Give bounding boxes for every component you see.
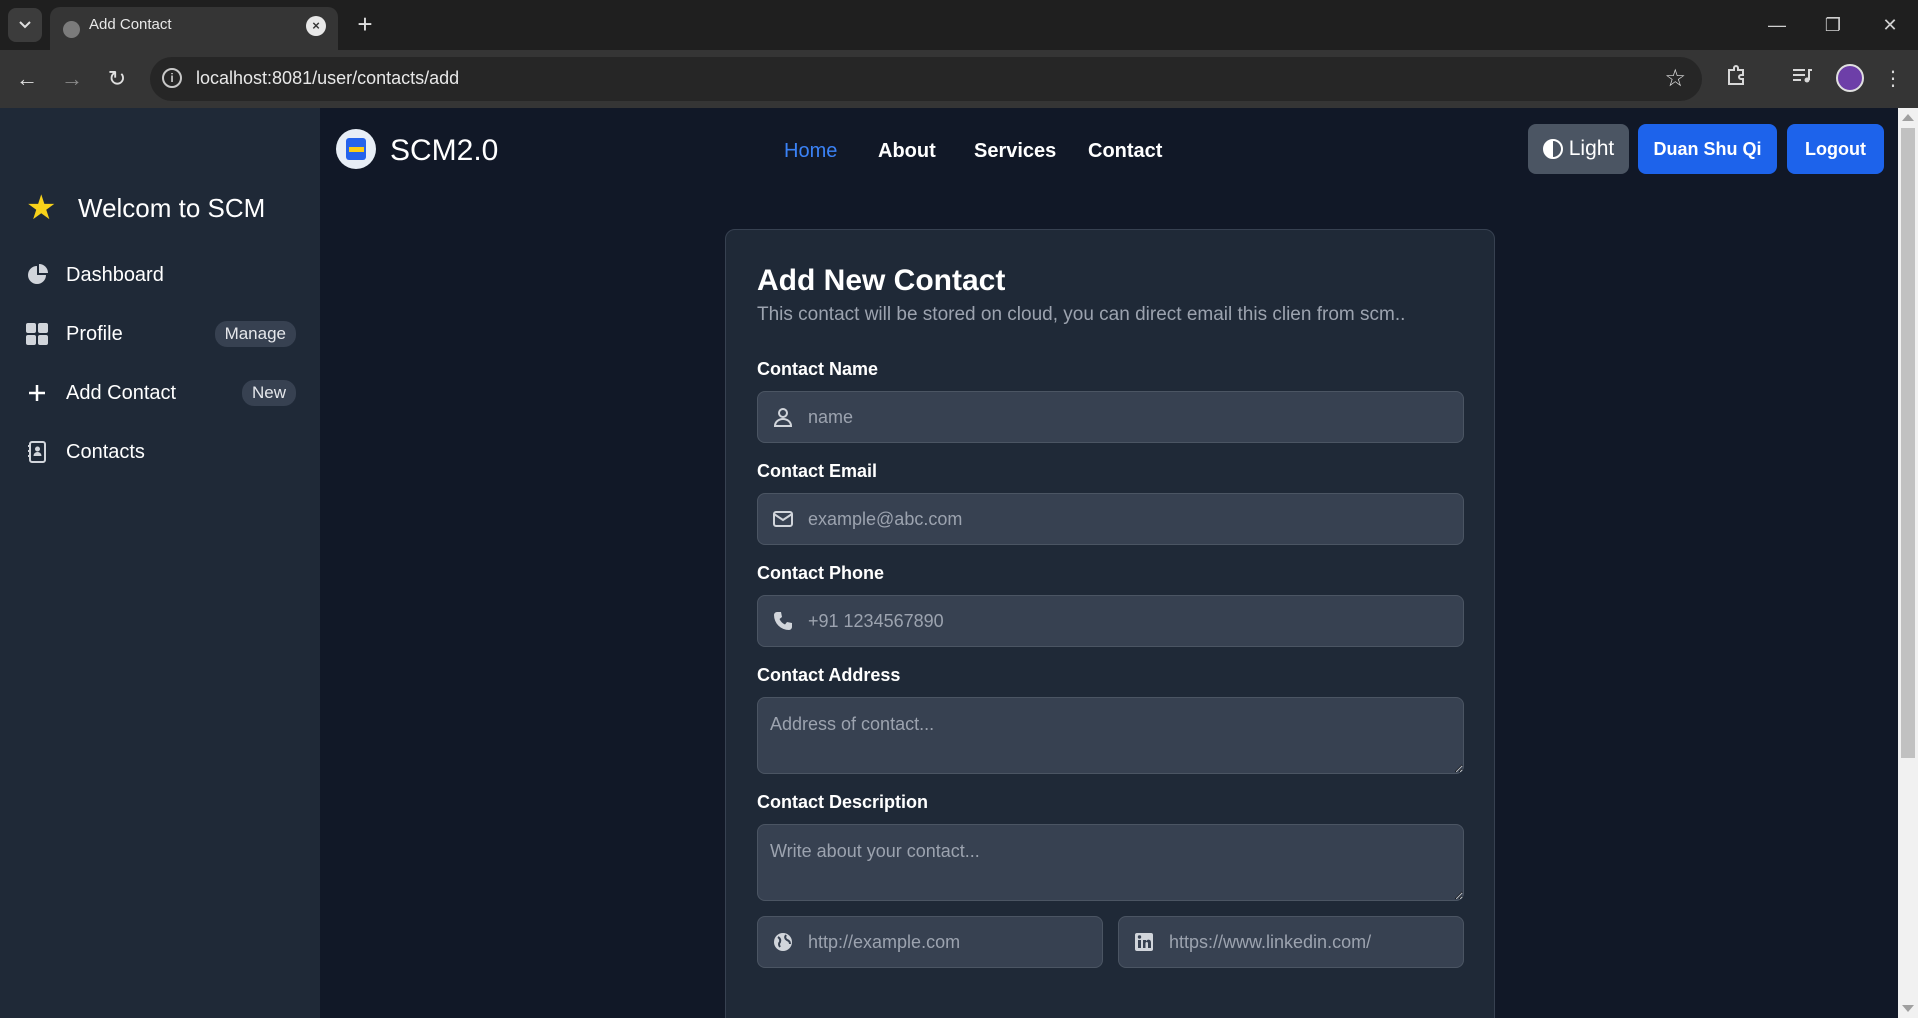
nav-link-home[interactable]: Home bbox=[784, 140, 837, 163]
logout-label: Logout bbox=[1805, 138, 1866, 159]
nav-link-services[interactable]: Services bbox=[974, 140, 1056, 163]
browser-tab-active[interactable]: Add Contact × bbox=[50, 7, 338, 50]
address-bar[interactable]: i localhost:8081/user/contacts/add ☆ bbox=[150, 57, 1702, 101]
contact-address-label: Contact Address bbox=[757, 665, 901, 685]
address-book-icon bbox=[24, 439, 50, 465]
site-info-icon[interactable]: i bbox=[162, 68, 182, 88]
chevron-down-icon bbox=[19, 21, 31, 29]
contact-phone-input[interactable] bbox=[808, 596, 1448, 646]
contact-name-label: Contact Name bbox=[757, 359, 879, 379]
extensions-icon[interactable] bbox=[1721, 64, 1751, 94]
plus-icon bbox=[24, 380, 50, 406]
sidebar-item-dashboard[interactable]: Dashboard bbox=[24, 253, 296, 297]
sidebar-item-add-contact[interactable]: Add Contact New bbox=[24, 371, 296, 415]
forward-icon[interactable]: → bbox=[57, 64, 87, 94]
theme-toggle-button[interactable]: Light bbox=[1528, 124, 1629, 174]
logout-button[interactable]: Logout bbox=[1787, 124, 1884, 174]
contact-name-field[interactable] bbox=[757, 391, 1464, 443]
add-contact-card: Add New Contact This contact will be sto… bbox=[725, 229, 1495, 1018]
grid-icon bbox=[24, 321, 50, 347]
scroll-up-arrow-icon[interactable] bbox=[1902, 114, 1914, 121]
user-icon bbox=[772, 406, 794, 428]
close-icon[interactable]: × bbox=[306, 16, 326, 36]
globe-icon bbox=[772, 931, 794, 953]
scroll-down-arrow-icon[interactable] bbox=[1902, 1005, 1914, 1012]
tab-search-button[interactable] bbox=[8, 8, 42, 42]
contrast-icon bbox=[1542, 139, 1563, 159]
linkedin-input[interactable] bbox=[1169, 917, 1449, 967]
contact-description-label: Contact Description bbox=[757, 792, 929, 812]
media-control-icon[interactable] bbox=[1786, 64, 1816, 94]
linkedin-icon bbox=[1133, 931, 1155, 953]
nav-link-about[interactable]: About bbox=[878, 140, 936, 163]
nav-link-contact[interactable]: Contact bbox=[1088, 140, 1162, 163]
minimize-icon[interactable]: — bbox=[1762, 12, 1792, 38]
browser-toolbar: ← → ↻ i localhost:8081/user/contacts/add… bbox=[0, 50, 1918, 108]
pie-chart-icon bbox=[24, 262, 50, 288]
menu-kebab-icon[interactable]: ⋮ bbox=[1878, 64, 1908, 94]
window-close-icon[interactable]: ✕ bbox=[1875, 12, 1905, 38]
envelope-icon bbox=[772, 508, 794, 530]
app-name[interactable]: SCM2.0 bbox=[390, 134, 498, 168]
linkedin-field[interactable] bbox=[1118, 916, 1464, 968]
contact-description-textarea[interactable] bbox=[757, 824, 1464, 901]
contact-email-field[interactable] bbox=[757, 493, 1464, 545]
tab-title: Add Contact bbox=[89, 16, 172, 33]
restore-icon[interactable]: ❐ bbox=[1818, 12, 1848, 38]
sidebar-brand-text: Welcom to SCM bbox=[78, 192, 266, 223]
new-badge: New bbox=[241, 380, 296, 406]
app-logo[interactable] bbox=[336, 129, 376, 169]
website-input[interactable] bbox=[808, 917, 1088, 967]
top-navbar: SCM2.0 Home About Services Contact Light… bbox=[320, 108, 1898, 192]
user-profile-button[interactable]: Duan Shu Qi bbox=[1638, 124, 1777, 174]
bookmark-star-icon[interactable]: ☆ bbox=[1664, 64, 1686, 93]
sidebar: ★ Welcom to SCM Dashboard Profile Manage… bbox=[0, 108, 320, 1018]
browser-tabstrip: Add Contact × + — ❐ ✕ bbox=[0, 0, 1918, 50]
page-scrollbar[interactable] bbox=[1898, 108, 1918, 1018]
contact-email-label: Contact Email bbox=[757, 461, 878, 481]
address-url[interactable]: localhost:8081/user/contacts/add bbox=[196, 68, 459, 89]
back-icon[interactable]: ← bbox=[12, 64, 42, 94]
star-icon: ★ bbox=[26, 189, 57, 227]
sidebar-item-profile[interactable]: Profile Manage bbox=[24, 312, 296, 356]
contact-phone-label: Contact Phone bbox=[757, 563, 885, 583]
contact-phone-field[interactable] bbox=[757, 595, 1464, 647]
contact-address-textarea[interactable] bbox=[757, 697, 1464, 774]
website-field[interactable] bbox=[757, 916, 1103, 968]
contact-name-input[interactable] bbox=[808, 392, 1448, 442]
sidebar-item-label: Profile bbox=[66, 322, 123, 345]
form-title: Add New Contact bbox=[757, 264, 1006, 297]
phone-icon bbox=[772, 610, 794, 632]
user-name-label: Duan Shu Qi bbox=[1653, 138, 1762, 159]
sidebar-item-contacts[interactable]: Contacts bbox=[24, 430, 296, 474]
logo-stripe-shape bbox=[349, 147, 364, 152]
manage-badge: Manage bbox=[214, 321, 296, 347]
scroll-thumb[interactable] bbox=[1901, 128, 1915, 758]
theme-toggle-label: Light bbox=[1568, 137, 1615, 160]
contact-email-input[interactable] bbox=[808, 494, 1448, 544]
sidebar-item-label: Contacts bbox=[66, 440, 145, 463]
globe-icon bbox=[63, 21, 80, 38]
new-tab-button[interactable]: + bbox=[353, 9, 377, 39]
sidebar-item-label: Add Contact bbox=[66, 381, 177, 404]
form-subtitle: This contact will be stored on cloud, yo… bbox=[757, 304, 1406, 325]
sidebar-brand: ★ Welcom to SCM bbox=[26, 188, 265, 228]
sidebar-item-label: Dashboard bbox=[66, 263, 164, 286]
reload-icon[interactable]: ↻ bbox=[102, 64, 132, 94]
profile-avatar[interactable] bbox=[1836, 64, 1864, 92]
